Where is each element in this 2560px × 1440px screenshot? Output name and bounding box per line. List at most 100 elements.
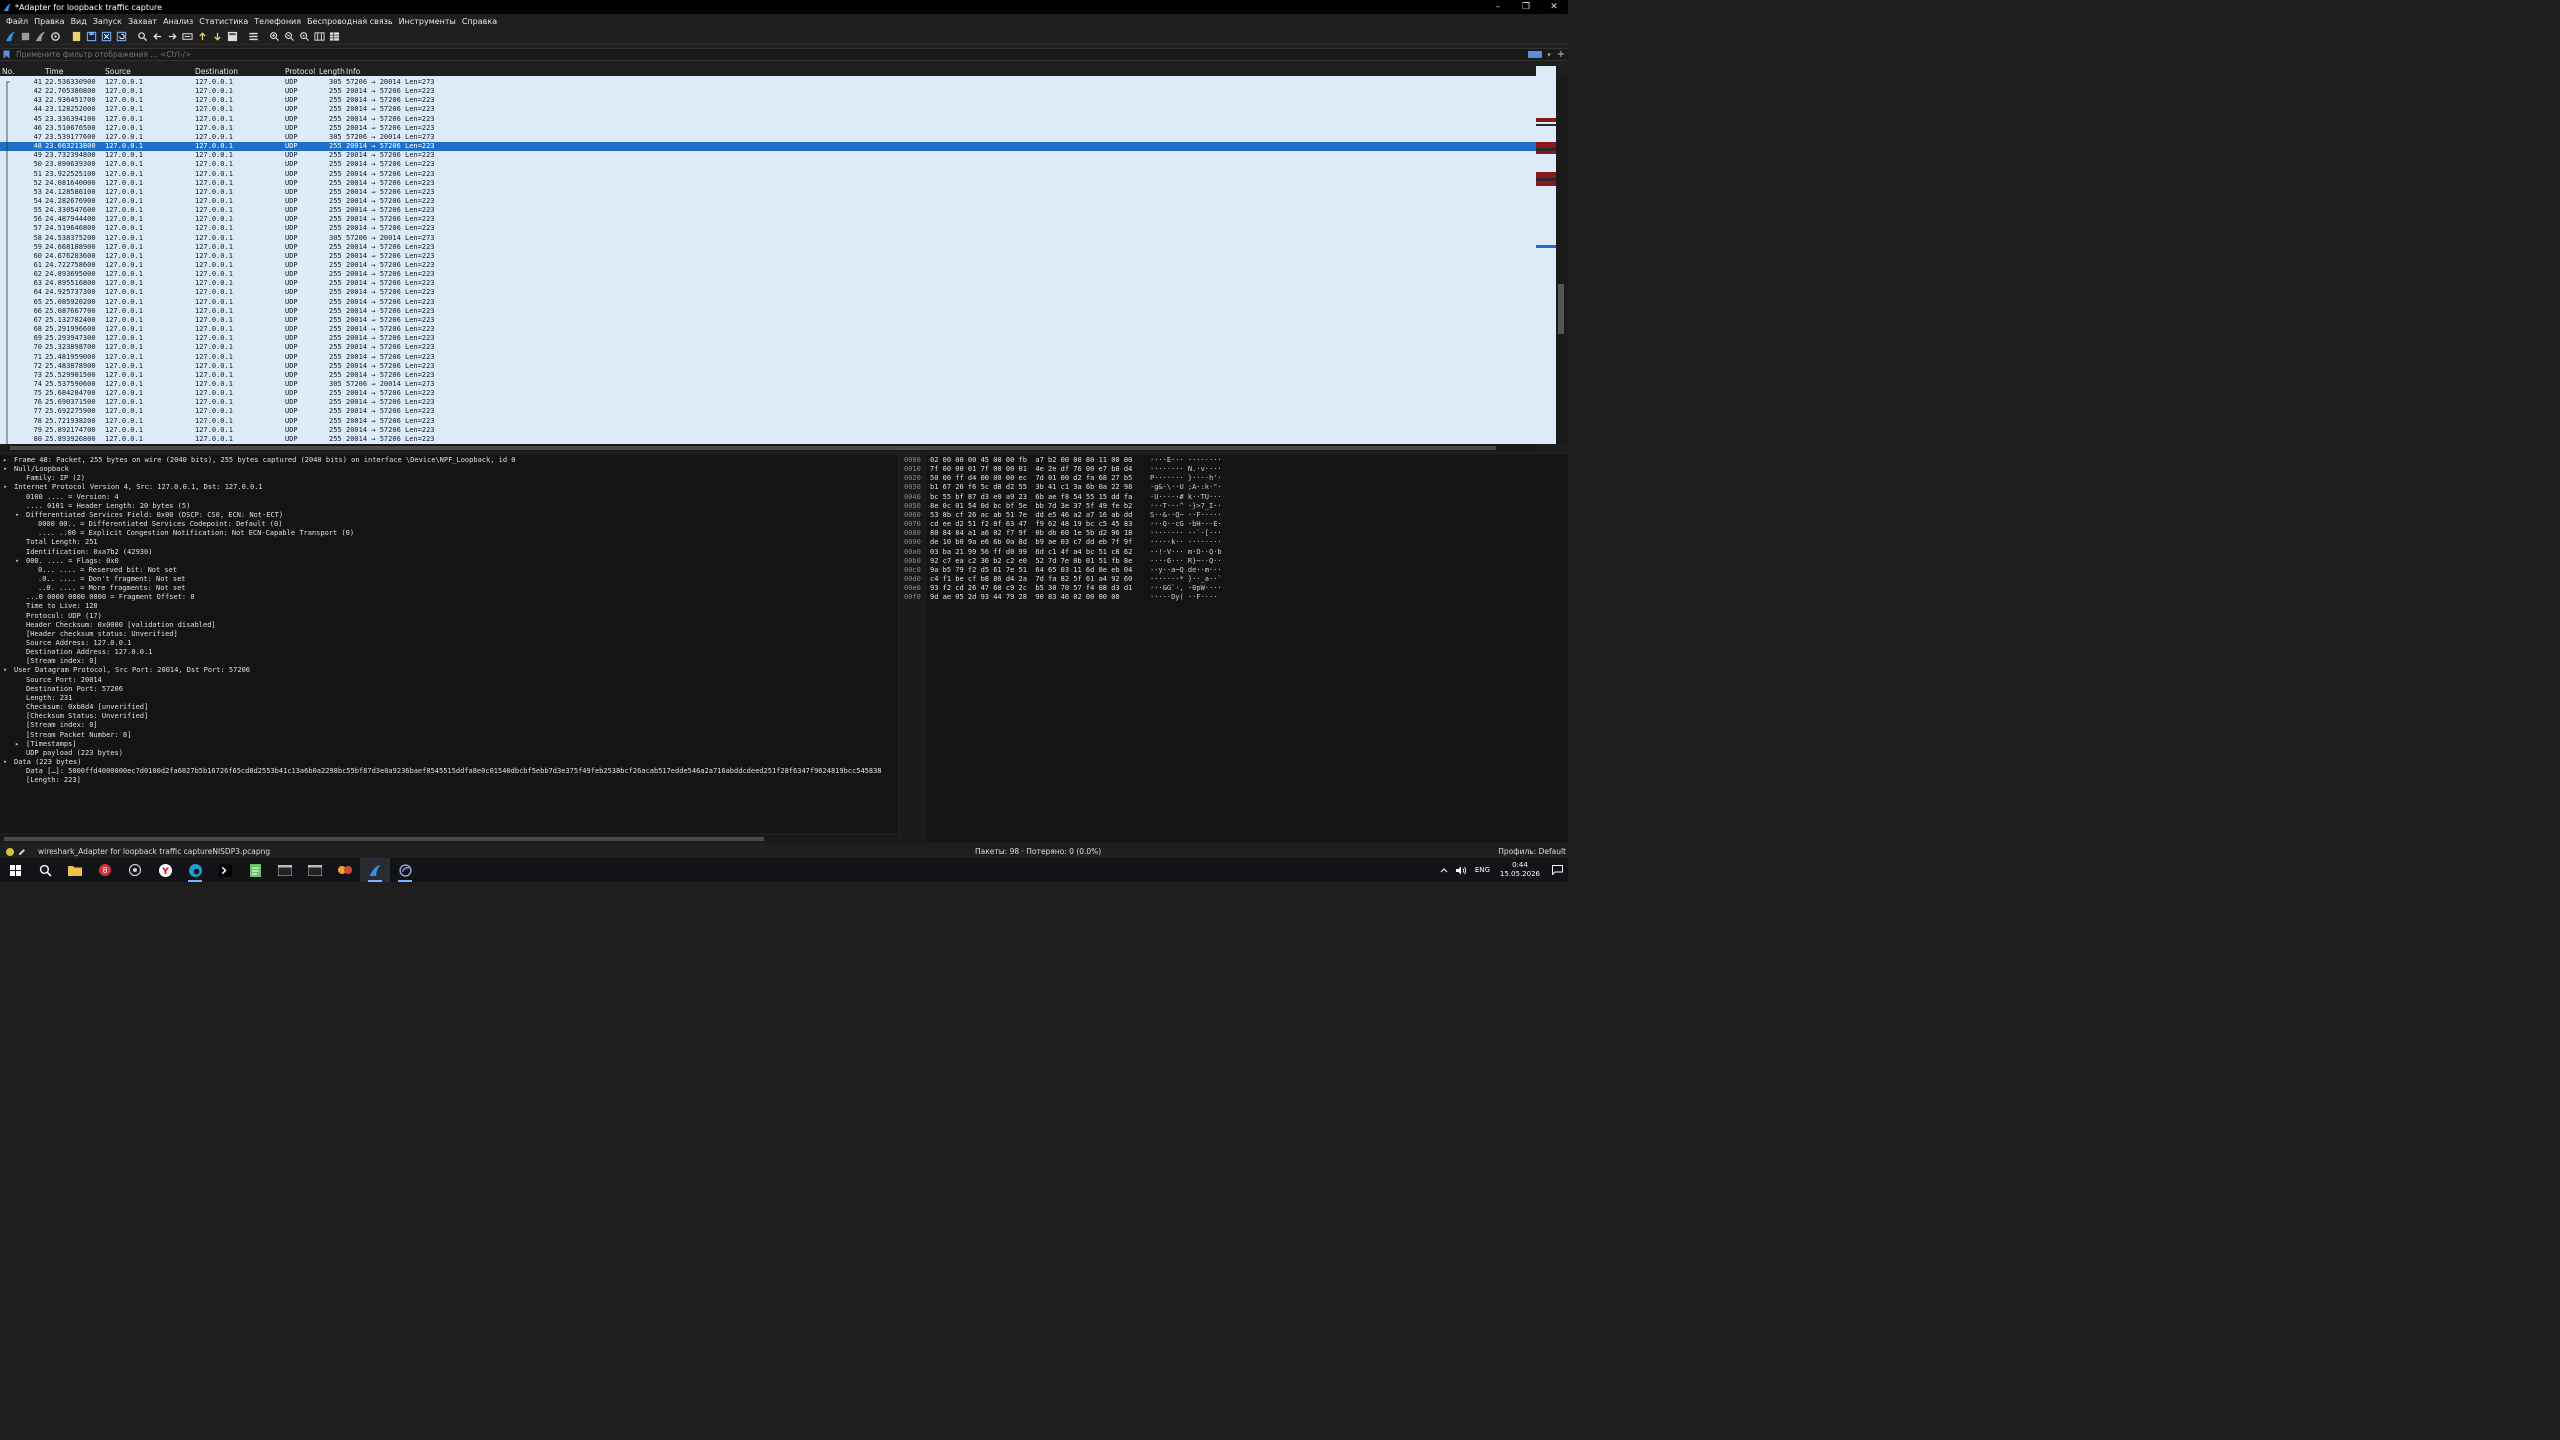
menu-telephony[interactable]: Телефония <box>251 17 304 26</box>
expert-info-icon[interactable] <box>6 847 14 856</box>
packet-row[interactable]: 74 25.537590600 127.0.0.1 127.0.0.1 UDP 305 57… <box>0 380 1536 389</box>
console-window-2-icon[interactable] <box>300 858 330 882</box>
collapse-arrow-icon[interactable]: ▾ <box>3 666 11 675</box>
detail-row[interactable]: [Stream index: 0] <box>0 721 898 730</box>
detail-row[interactable]: ▾ Differentiated Services Field: 0x00 (DS… <box>0 511 898 520</box>
packet-details-pane[interactable]: ▸ Frame 48: Packet, 255 bytes on wire (20… <box>0 455 898 833</box>
collapse-arrow-icon[interactable]: ▾ <box>3 483 11 492</box>
collapse-arrow-icon[interactable]: ▾ <box>3 465 11 474</box>
detail-row[interactable]: Data […]: 5000ffd4000000ec7d0100d2fa6827… <box>0 767 898 776</box>
collapse-arrow-icon[interactable]: ▾ <box>15 557 23 566</box>
menu-statistics[interactable]: Статистика <box>196 17 251 26</box>
find-packet-icon[interactable] <box>135 29 150 43</box>
detail-row[interactable]: Source Address: 127.0.0.1 <box>0 639 898 648</box>
go-forward-icon[interactable] <box>165 29 180 43</box>
detail-row[interactable]: Checksum: 0xb8d4 [unverified] <box>0 703 898 712</box>
hex-row[interactable]: 0070 cd ee d2 51 f2 8f 63 47 f9 62 48 19 … <box>900 520 1568 529</box>
volume-icon[interactable] <box>1452 866 1471 875</box>
details-horizontal-scrollbar[interactable] <box>0 835 898 843</box>
detail-row[interactable]: .... ..00 = Explicit Congestion Notifica… <box>0 529 898 538</box>
resize-columns-icon[interactable] <box>312 29 327 43</box>
go-first-packet-icon[interactable] <box>195 29 210 43</box>
detail-row[interactable]: Length: 231 <box>0 694 898 703</box>
detail-row[interactable]: .... 0101 = Header Length: 20 bytes (5) <box>0 502 898 511</box>
packet-row[interactable]: 43 22.936451700 127.0.0.1 127.0.0.1 UDP 255 20… <box>0 96 1536 105</box>
display-filter-input[interactable] <box>12 49 1528 60</box>
menu-view[interactable]: Вид <box>68 17 90 26</box>
tray-overflow-chevron-icon[interactable] <box>1436 867 1452 873</box>
reload-file-icon[interactable] <box>114 29 129 43</box>
detail-row[interactable]: [Length: 223] <box>0 776 898 785</box>
hex-row[interactable]: 0020 50 00 ff d4 00 00 00 ec 7d 01 00 d2 … <box>900 474 1568 483</box>
minimize-button[interactable]: – <box>1484 0 1512 14</box>
detail-row[interactable]: [Stream index: 0] <box>0 657 898 666</box>
expand-arrow-icon[interactable]: ▸ <box>15 740 23 749</box>
game-app-icon[interactable] <box>330 858 360 882</box>
menu-help[interactable]: Справка <box>459 17 500 26</box>
packet-row[interactable]: 77 25.692275900 127.0.0.1 127.0.0.1 UDP 255 20… <box>0 407 1536 416</box>
terminal-icon[interactable] <box>210 858 240 882</box>
packet-row[interactable]: 55 24.330547600 127.0.0.1 127.0.0.1 UDP 255 20… <box>0 206 1536 215</box>
zoom-reset-icon[interactable] <box>297 29 312 43</box>
collapse-arrow-icon[interactable]: ▾ <box>15 511 23 520</box>
detail-row[interactable]: [Stream Packet Number: 8] <box>0 731 898 740</box>
packet-list[interactable]: 41 22.536330900 127.0.0.1 127.0.0.1 UDP 305 57… <box>0 66 1536 444</box>
packet-row[interactable]: 65 25.085920200 127.0.0.1 127.0.0.1 UDP 255 20… <box>0 298 1536 307</box>
autoscroll-icon[interactable] <box>225 29 240 43</box>
console-window-icon[interactable] <box>270 858 300 882</box>
packet-row[interactable]: 44 23.128252000 127.0.0.1 127.0.0.1 UDP 255 20… <box>0 105 1536 114</box>
packet-row[interactable]: 54 24.282676900 127.0.0.1 127.0.0.1 UDP 255 20… <box>0 197 1536 206</box>
hex-row[interactable]: 0040 bc 55 bf 87 d3 e0 a9 23 6b ae f8 54 … <box>900 493 1568 502</box>
app-red-icon[interactable]: 8 <box>90 858 120 882</box>
start-capture-icon[interactable] <box>3 29 18 43</box>
hex-row[interactable]: 00a0 03 ba 21 99 56 ff d0 99 6d c1 4f a4 … <box>900 548 1568 557</box>
packet-row[interactable]: 71 25.481959000 127.0.0.1 127.0.0.1 UDP 255 20… <box>0 353 1536 362</box>
column-header-length[interactable]: Length <box>319 67 345 76</box>
menu-file[interactable]: Файл <box>3 17 31 26</box>
packet-row[interactable]: 60 24.676203600 127.0.0.1 127.0.0.1 UDP 255 20… <box>0 252 1536 261</box>
detail-row[interactable]: ▾ Data (223 bytes) <box>0 758 898 767</box>
zoom-in-icon[interactable] <box>267 29 282 43</box>
column-header-source[interactable]: Source <box>105 67 131 76</box>
edge-browser-icon[interactable] <box>180 858 210 882</box>
detail-row[interactable]: ▾ User Datagram Protocol, Src Port: 20014… <box>0 666 898 675</box>
hex-row[interactable]: 00c0 9a b5 79 f2 d5 61 7e 51 64 65 03 11 … <box>900 566 1568 575</box>
detail-row[interactable]: Family: IP (2) <box>0 474 898 483</box>
hex-row[interactable]: 0030 b1 67 26 f6 5c d8 d2 55 3b 41 c1 3a … <box>900 483 1568 492</box>
detail-row[interactable]: ..0. .... = More fragments: Not set <box>0 584 898 593</box>
steam-like-icon[interactable] <box>120 858 150 882</box>
close-file-icon[interactable] <box>99 29 114 43</box>
clock[interactable]: 0:44 15.05.2026 <box>1494 861 1546 879</box>
close-button[interactable]: ✕ <box>1540 0 1568 14</box>
column-header-protocol[interactable]: Protocol <box>285 67 315 76</box>
notification-center-icon[interactable] <box>1546 858 1568 882</box>
detail-row[interactable]: Header Checksum: 0x0000 [validation disa… <box>0 621 898 630</box>
packet-row[interactable]: 64 24.925737300 127.0.0.1 127.0.0.1 UDP 255 20… <box>0 288 1536 297</box>
packet-row[interactable]: 51 23.922525100 127.0.0.1 127.0.0.1 UDP 255 20… <box>0 170 1536 179</box>
packet-row[interactable]: 79 25.892174700 127.0.0.1 127.0.0.1 UDP 255 20… <box>0 426 1536 435</box>
detail-row[interactable]: Time to Live: 128 <box>0 602 898 611</box>
packet-row[interactable]: 61 24.722758600 127.0.0.1 127.0.0.1 UDP 255 20… <box>0 261 1536 270</box>
profile-selector[interactable]: Профиль: Default <box>1498 847 1566 856</box>
table-view-icon[interactable] <box>327 29 342 43</box>
packet-row[interactable]: 58 24.538375200 127.0.0.1 127.0.0.1 UDP 305 57… <box>0 234 1536 243</box>
packet-row[interactable]: 45 23.336394100 127.0.0.1 127.0.0.1 UDP 255 20… <box>0 115 1536 124</box>
add-filter-button-icon[interactable]: + <box>1554 49 1568 60</box>
hex-row[interactable]: 0010 7f 00 00 01 7f 00 00 01 4e 2e df 76 … <box>900 465 1568 474</box>
packet-row[interactable]: 69 25.293947300 127.0.0.1 127.0.0.1 UDP 255 20… <box>0 334 1536 343</box>
column-header-no[interactable]: No. <box>2 67 14 76</box>
packet-row[interactable]: 67 25.132782400 127.0.0.1 127.0.0.1 UDP 255 20… <box>0 316 1536 325</box>
hex-row[interactable]: 00e0 93 f2 cd 26 47 60 c9 2c b5 30 70 57 … <box>900 584 1568 593</box>
menu-go[interactable]: Запуск <box>90 17 125 26</box>
packet-row[interactable]: 66 25.087667700 127.0.0.1 127.0.0.1 UDP 255 20… <box>0 307 1536 316</box>
detail-row[interactable]: Source Port: 20014 <box>0 676 898 685</box>
collapse-arrow-icon[interactable]: ▾ <box>3 758 11 767</box>
detail-row[interactable]: 0100 .... = Version: 4 <box>0 493 898 502</box>
go-to-packet-icon[interactable] <box>180 29 195 43</box>
notepad-icon[interactable] <box>240 858 270 882</box>
detail-row[interactable]: [Checksum Status: Unverified] <box>0 712 898 721</box>
detail-row[interactable]: UDP payload (223 bytes) <box>0 749 898 758</box>
yandex-browser-icon[interactable]: Y <box>150 858 180 882</box>
wireshark-2-taskbar-icon[interactable] <box>390 858 420 882</box>
packet-row[interactable]: 48 23.663213800 127.0.0.1 127.0.0.1 UDP 255 20… <box>0 142 1536 152</box>
